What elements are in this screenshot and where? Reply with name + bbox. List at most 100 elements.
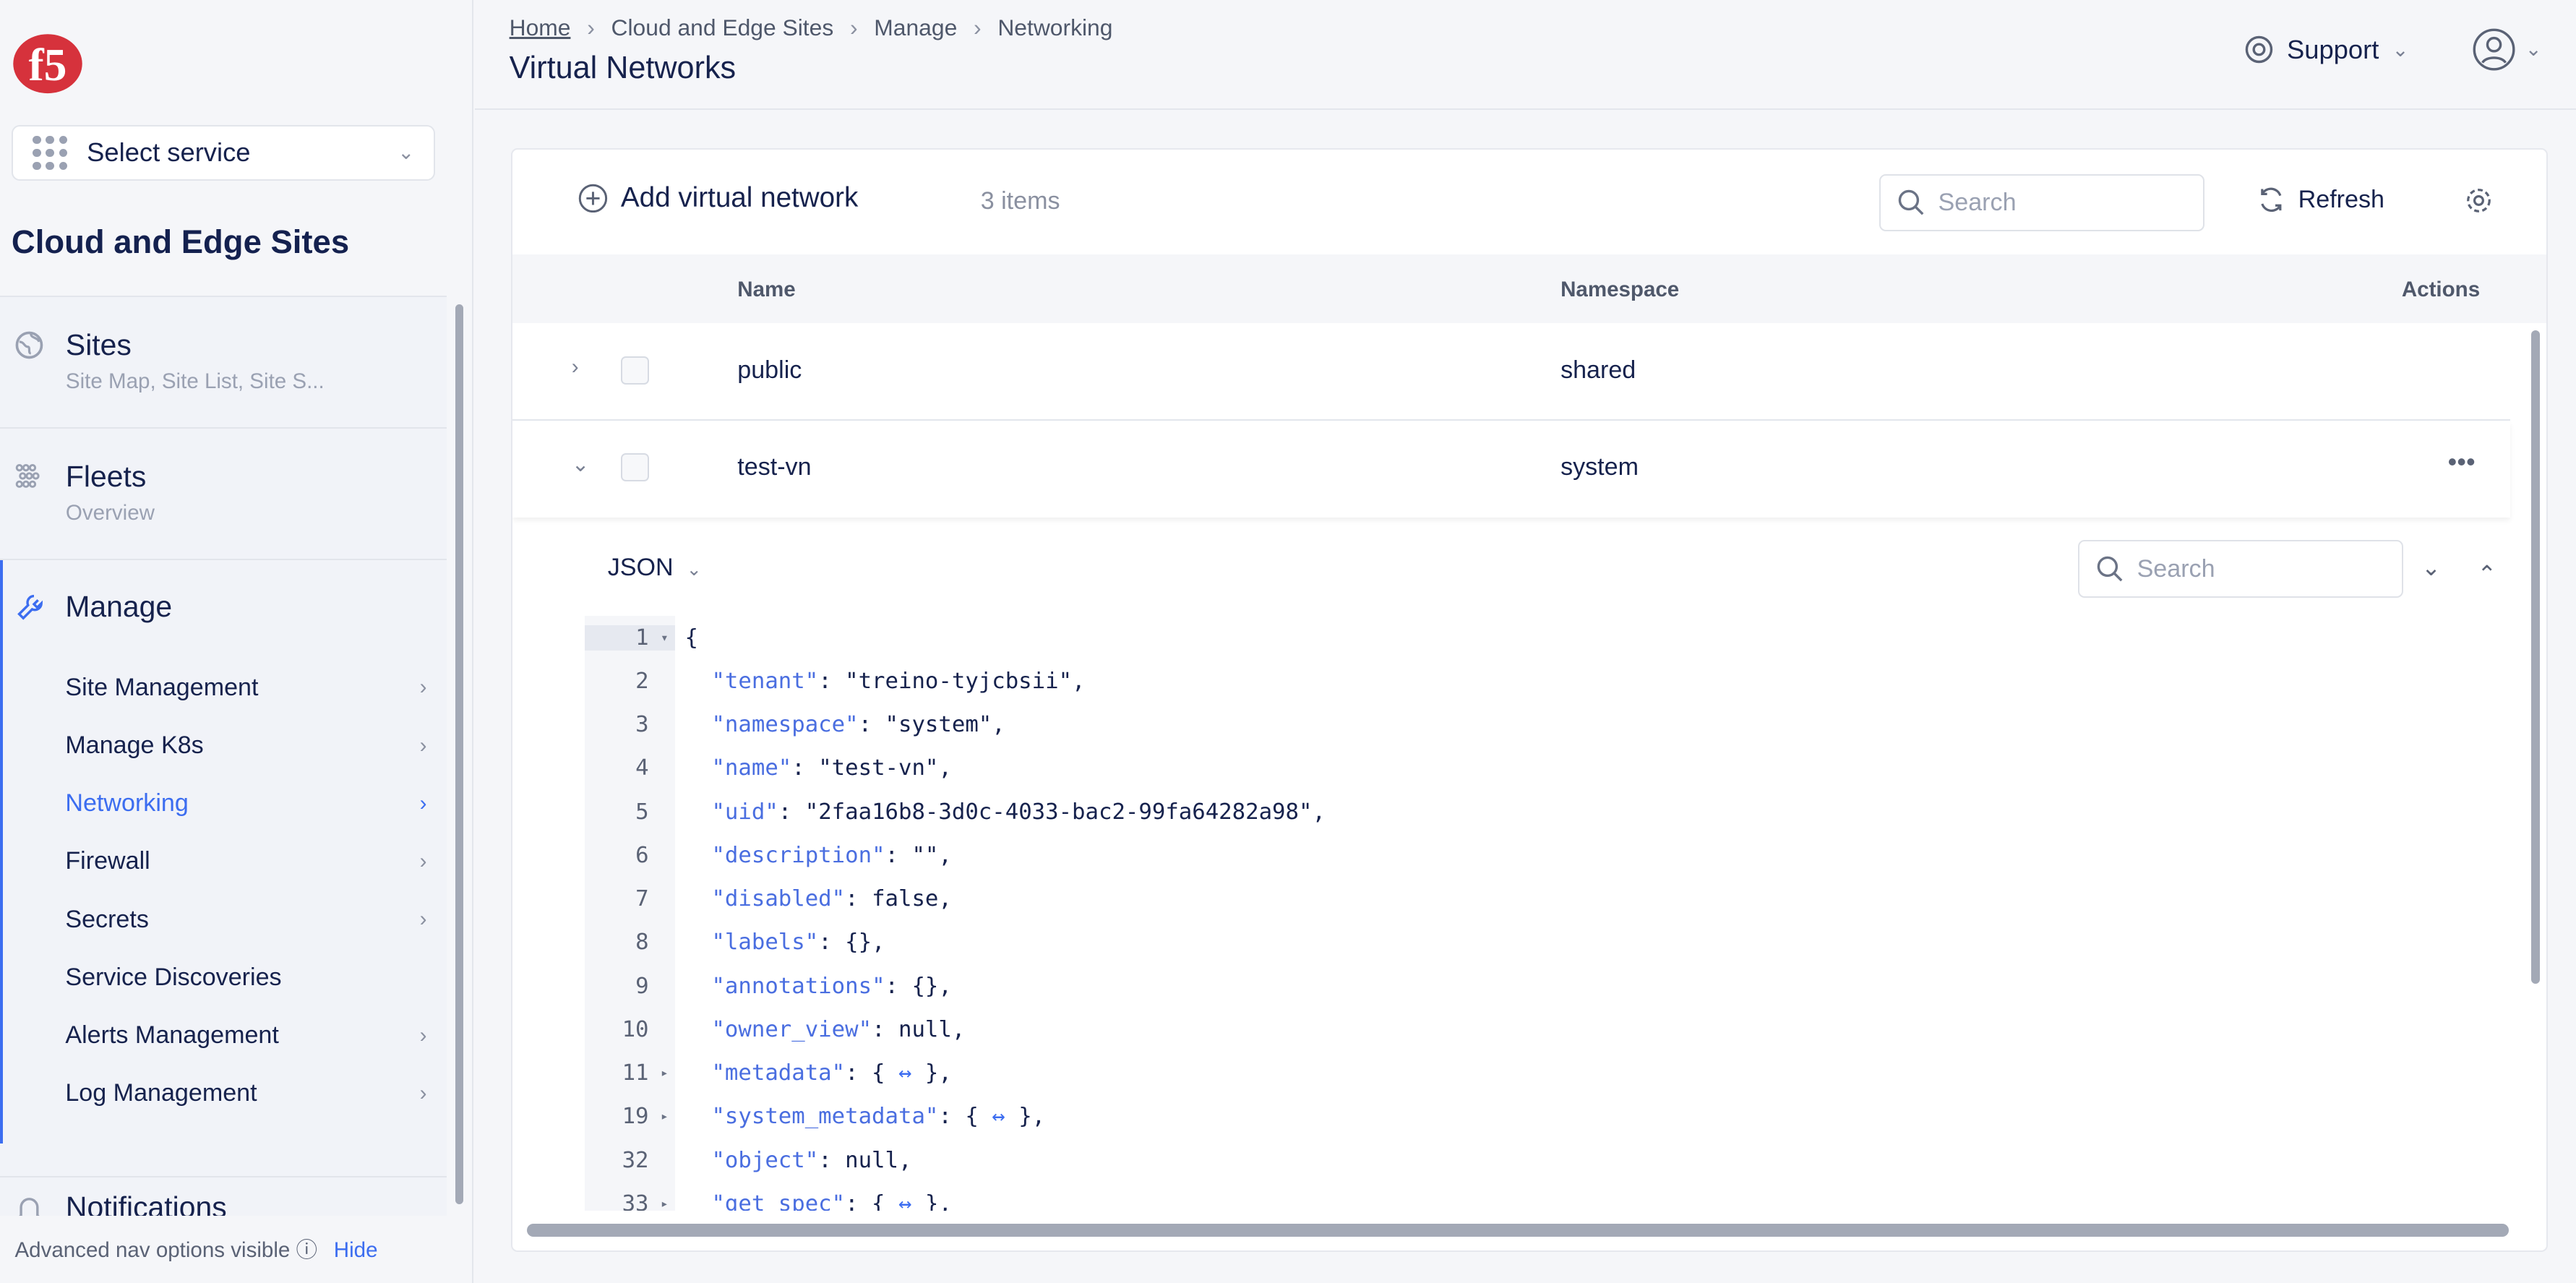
chevron-down-icon[interactable]: ⌄ [572,452,590,477]
line-number-text: 3 [635,712,649,738]
line-number: 9 [585,974,675,999]
line-number-text: 5 [635,799,649,825]
line-number-text: 1 [635,625,649,651]
line-number: 19 ▸ [585,1104,675,1129]
refresh-label: Refresh [2298,185,2384,213]
row-name[interactable]: public [737,356,802,385]
prev-match-chevron-up-icon[interactable]: ⌃ [2477,560,2496,588]
json-editor[interactable]: 1 ▾{2 "tenant": "treino-tyjcbsii", 3 "name… [584,616,2510,1211]
json-key: namespace [724,712,846,738]
sidebar-section-label[interactable]: Manage [65,590,172,624]
expand-arrows-icon[interactable]: ↔ [898,1191,911,1211]
sidebar-item-notifications[interactable]: Notifications [0,1176,447,1216]
row-name[interactable]: test-vn [737,453,811,481]
code-text: { [675,625,698,651]
chevron-right-icon: › [419,907,427,932]
more-actions-icon[interactable]: ••• [2447,447,2475,477]
sidebar-item-manage-k8s[interactable]: Manage K8s › [65,716,426,774]
sidebar-item-sites[interactable]: Sites Site Map, Site List, Site S... [0,297,447,429]
expand-arrows-icon[interactable]: ↔ [992,1104,1005,1129]
code-line: 11 ▸ "metadata": { ↔ }, [585,1051,2510,1094]
service-title: Cloud and Edge Sites [11,223,350,261]
json-value: null, [898,1016,966,1042]
fold-closed-icon[interactable]: ▸ [661,1065,669,1081]
line-number: 8 [585,930,675,955]
table-row[interactable]: › public shared [512,323,2511,421]
svg-text:f5: f5 [28,39,66,90]
fleet-icon [16,464,40,489]
user-menu[interactable]: ⌄ [2473,28,2541,71]
json-key: metadata [724,1060,832,1086]
line-number: 1 ▾ [584,625,675,651]
sidebar-section-manage: Manage Site Management › Manage K8s › Networ… [0,559,447,1143]
json-value: "", [911,842,952,868]
chevron-right-icon[interactable]: › [572,355,579,379]
breadcrumb-home[interactable]: Home [510,14,571,40]
json-search-input[interactable]: Search [2078,540,2404,598]
fold-closed-icon[interactable]: ▸ [661,1196,669,1211]
json-value: null, [845,1147,912,1173]
vertical-scrollbar[interactable] [2531,330,2540,984]
horizontal-scrollbar[interactable] [527,1224,2509,1237]
code-text: "tenant": "treino-tyjcbsii", [711,668,1086,694]
code-line: 32 "object": null, [585,1138,2510,1182]
line-number: 6 [585,843,675,868]
json-value: "test-vn", [818,755,952,781]
select-service-dropdown[interactable]: Select service ⌄ [11,124,436,181]
f5-logo[interactable]: f5 [12,33,84,95]
add-virtual-network-button[interactable]: Add virtual network [578,182,858,214]
line-number: 32 [585,1148,675,1173]
grid-icon [33,135,67,171]
search-icon [1898,189,1924,215]
sidebar-item-label: Service Discoveries [65,963,282,991]
search-input[interactable]: Search [1879,173,2205,232]
hide-link[interactable]: Hide [334,1238,378,1262]
expand-arrows-icon[interactable]: ↔ [898,1060,911,1086]
column-header-namespace[interactable]: Namespace [1560,278,1679,302]
breadcrumb-item[interactable]: Cloud and Edge Sites [611,14,834,40]
sidebar: f5 Select service ⌄ Cloud and Edge Sites… [0,0,473,1283]
support-menu[interactable]: Support ⌄ [2244,35,2408,65]
row-checkbox[interactable] [620,356,649,385]
json-key: uid [724,799,765,825]
table-row[interactable]: ⌄ test-vn system ••• [512,421,2511,518]
code-text: "object": null, [711,1147,912,1173]
column-header-name[interactable]: Name [737,278,795,302]
line-number-text: 19 [622,1104,649,1130]
code-text: "labels": {}, [711,930,885,956]
sidebar-item-secrets[interactable]: Secrets › [65,891,426,948]
fold-closed-icon[interactable]: ▸ [661,1109,669,1124]
sidebar-item-fleets[interactable]: Fleets Overview [0,429,447,560]
sidebar-item-label: Firewall [65,847,150,875]
sidebar-item-networking[interactable]: Networking › [65,775,426,833]
row-checkbox[interactable] [620,453,649,481]
next-match-chevron-down-icon[interactable]: ⌄ [2421,554,2441,581]
sidebar-item-service-discoveries[interactable]: Service Discoveries [65,948,426,1006]
sidebar-item-alerts-management[interactable]: Alerts Management › [65,1007,426,1065]
json-key: labels [724,930,805,956]
breadcrumb: Home › Cloud and Edge Sites › Manage › Network… [510,14,1113,41]
sidebar-item-firewall[interactable]: Firewall › [65,833,426,891]
sidebar-item-log-management[interactable]: Log Management › [65,1065,426,1123]
sidebar-item-label: Log Management [65,1079,257,1107]
breadcrumb-item[interactable]: Manage [874,14,957,40]
sidebar-item-site-management[interactable]: Site Management › [65,658,426,716]
code-text: "owner_view": null, [711,1016,966,1042]
refresh-button[interactable]: Refresh [2257,186,2384,214]
gear-icon[interactable] [2464,186,2494,215]
format-dropdown[interactable]: JSON ⌄ [608,554,702,582]
sidebar-scrollbar[interactable] [455,304,463,1205]
code-line: 10 "owner_view": null, [585,1008,2510,1051]
sidebar-item-label: Manage K8s [65,731,204,759]
globe-icon [16,331,43,359]
help-icon[interactable]: ⓘ [296,1238,318,1262]
chevron-right-icon: › [419,733,427,758]
json-key: get_spec [724,1190,832,1211]
bell-icon [19,1198,40,1216]
code-text: "metadata": { ↔ }, [711,1060,952,1086]
line-number-text: 9 [635,973,649,999]
fold-open-icon[interactable]: ▾ [661,630,669,645]
code-text: "namespace": "system", [711,712,1005,738]
user-avatar-icon [2473,28,2515,71]
line-number-text: 8 [635,930,649,956]
